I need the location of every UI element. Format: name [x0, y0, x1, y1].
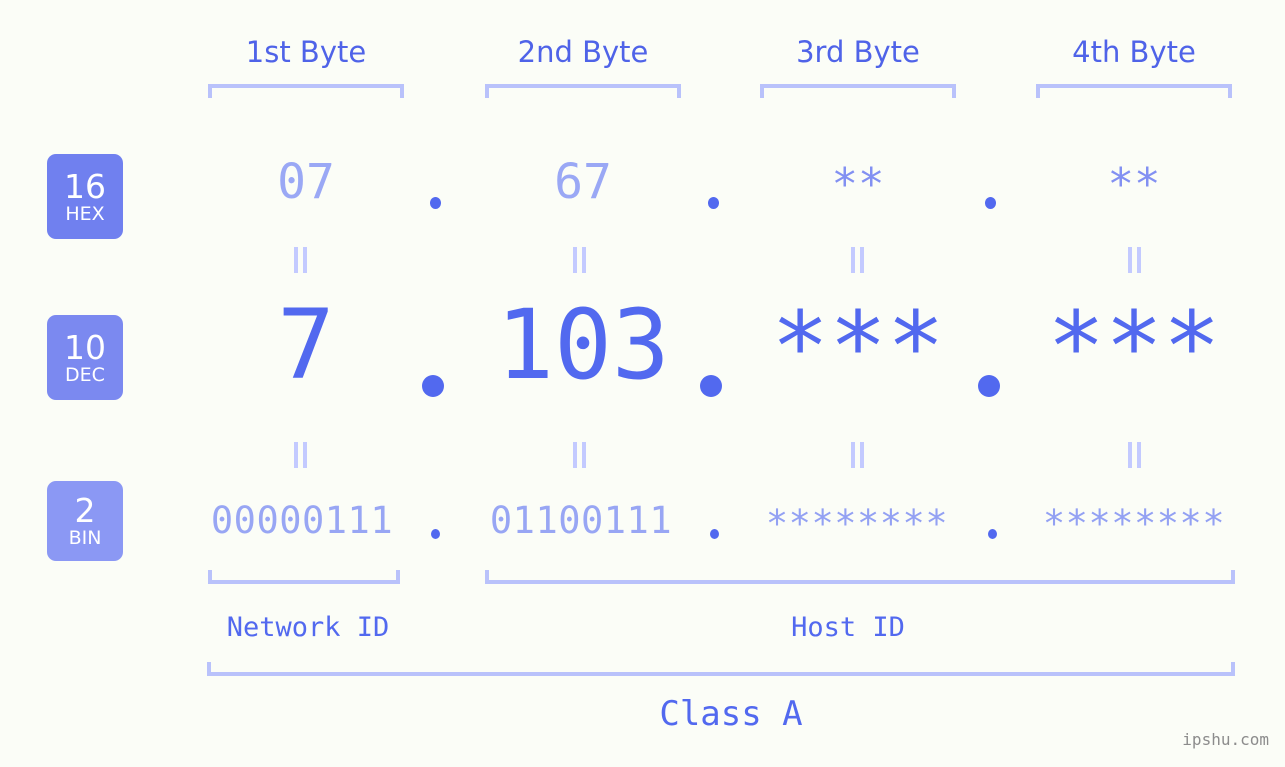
dec-separator-dot-1 [422, 375, 444, 397]
dec-byte-3-value: *** [771, 291, 945, 403]
equals-connector-hex-dec-2 [569, 247, 591, 273]
network-id-label: Network ID [226, 612, 390, 643]
radix-badge-bin-number: 2 [74, 491, 96, 530]
hex-separator-dot-1 [430, 197, 441, 209]
bin-separator-dot-1 [431, 529, 440, 539]
radix-badge-dec: 10 DEC [47, 315, 123, 400]
byte-label-3: 3rd Byte [796, 35, 920, 69]
bin-byte-3-value: ******** [765, 502, 949, 545]
equals-connector-dec-bin-3 [847, 442, 869, 468]
host-id-label: Host ID [791, 612, 905, 643]
dec-byte-4-value: *** [1047, 291, 1221, 403]
hex-separator-dot-2 [708, 197, 719, 209]
radix-badge-hex-name: HEX [65, 202, 105, 225]
radix-badge-dec-number: 10 [64, 327, 106, 367]
radix-badge-hex-number: 16 [64, 166, 106, 206]
hex-byte-1-value: 07 [277, 154, 335, 210]
hex-byte-4-value: ** [1107, 159, 1161, 210]
bin-byte-4-value: ******** [1042, 502, 1226, 545]
byte-label-4: 4th Byte [1072, 35, 1196, 69]
dec-byte-2-value: 103 [496, 289, 670, 401]
bin-separator-dot-2 [710, 529, 719, 539]
equals-connector-dec-bin-4 [1124, 442, 1146, 468]
equals-connector-hex-dec-1 [290, 247, 312, 273]
bin-byte-2-value: 01100111 [489, 499, 673, 542]
byte-bracket-2 [485, 84, 681, 98]
radix-badge-hex: 16 HEX [47, 154, 123, 239]
network-id-bracket [208, 570, 400, 584]
byte-bracket-3 [760, 84, 956, 98]
hex-byte-3-value: ** [831, 159, 885, 210]
radix-badge-bin: 2 BIN [47, 481, 123, 561]
byte-label-2: 2nd Byte [517, 35, 649, 69]
ip-address-breakdown-diagram: 1st Byte 2nd Byte 3rd Byte 4th Byte 16 H… [0, 0, 1285, 767]
bin-byte-1-value: 00000111 [210, 499, 394, 542]
equals-connector-dec-bin-2 [569, 442, 591, 468]
dec-separator-dot-2 [700, 375, 722, 397]
radix-badge-dec-name: DEC [65, 363, 105, 386]
host-id-bracket [485, 570, 1235, 584]
byte-bracket-4 [1036, 84, 1232, 98]
radix-badge-bin-name: BIN [68, 527, 102, 549]
hex-byte-2-value: 67 [554, 154, 612, 210]
hex-separator-dot-3 [985, 197, 996, 209]
equals-connector-dec-bin-1 [290, 442, 312, 468]
watermark: ipshu.com [1182, 730, 1269, 749]
dec-byte-1-value: 7 [277, 289, 335, 401]
equals-connector-hex-dec-3 [847, 247, 869, 273]
dec-separator-dot-3 [978, 375, 1000, 397]
byte-bracket-1 [208, 84, 404, 98]
bin-separator-dot-3 [988, 529, 997, 539]
class-label: Class A [659, 694, 803, 734]
byte-label-1: 1st Byte [245, 35, 367, 69]
class-bracket [207, 662, 1235, 676]
equals-connector-hex-dec-4 [1124, 247, 1146, 273]
